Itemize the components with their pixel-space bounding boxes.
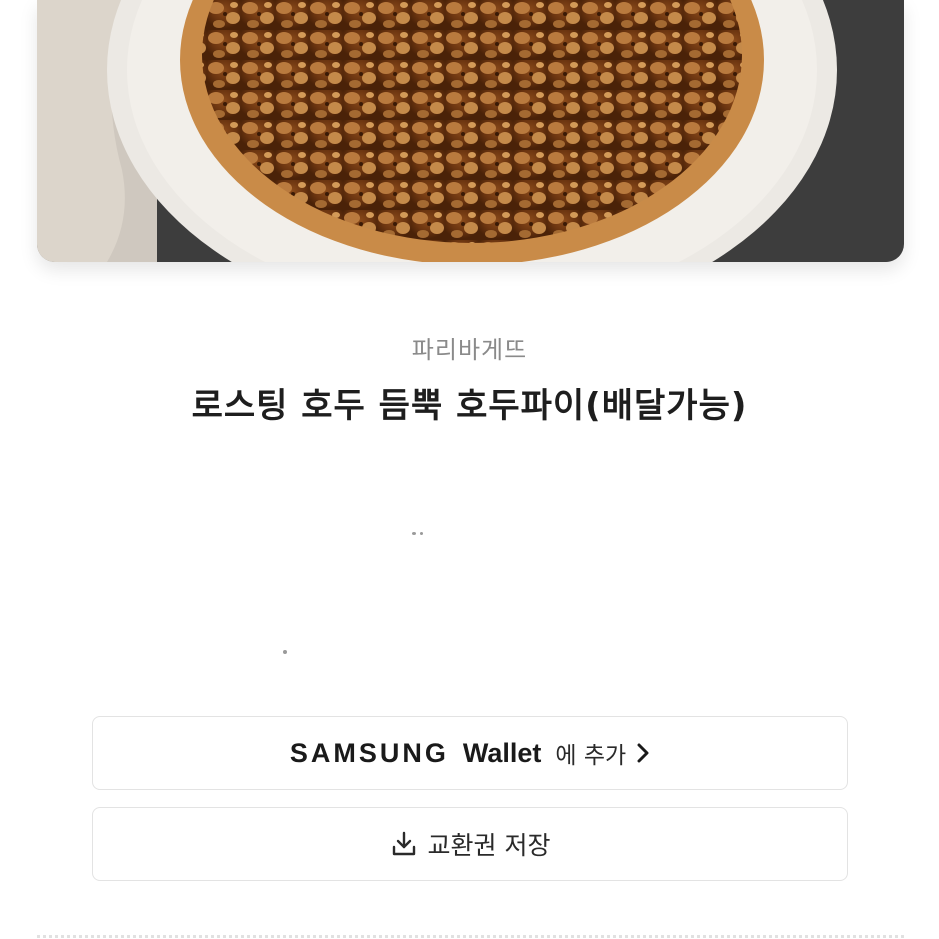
product-title: 로스팅 호두 듬뿍 호두파이(배달가능) (191, 386, 748, 426)
add-to-samsung-wallet-button[interactable]: SAMSUNG Wallet 에 추가 (92, 716, 848, 790)
dotted-divider (37, 935, 904, 938)
artifact-dot (412, 532, 416, 535)
wallet-logo-text: Wallet (462, 737, 542, 768)
wallet-add-label: 에 추가 (555, 743, 627, 769)
product-brand: 파리바게뜨 (411, 336, 528, 364)
artifact-dot (283, 650, 287, 654)
product-image (37, 0, 904, 262)
save-voucher-button[interactable]: 교환권 저장 (92, 807, 848, 881)
samsung-logo-text: SAMSUNG (289, 737, 449, 768)
download-icon (390, 830, 418, 858)
save-voucher-label: 교환권 저장 (427, 831, 551, 860)
chevron-right-icon (636, 742, 650, 764)
artifact-dot (420, 532, 423, 535)
